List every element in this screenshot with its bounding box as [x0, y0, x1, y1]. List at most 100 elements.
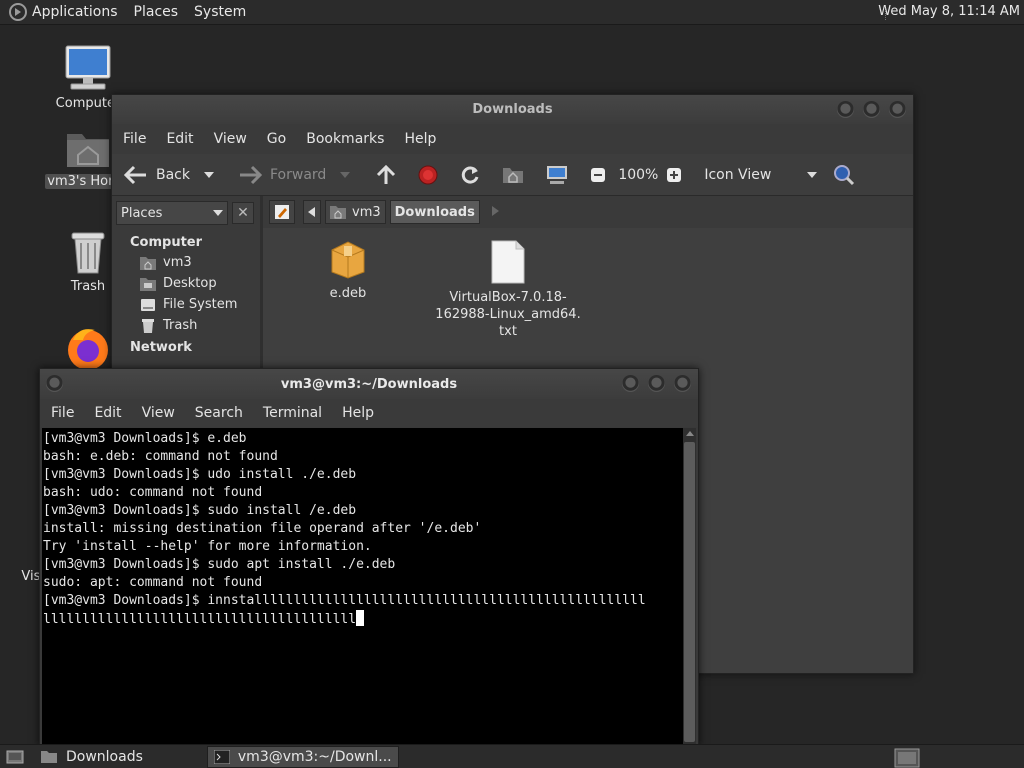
minimize-button[interactable]: [622, 375, 639, 392]
back-history-dropdown[interactable]: [204, 171, 222, 178]
terminal-line: bash: e.deb: command not found: [43, 449, 278, 464]
file-name-line: txt: [499, 324, 517, 339]
places-selector[interactable]: Places: [116, 201, 228, 225]
menu-edit[interactable]: Edit: [166, 131, 193, 147]
terminal-scrollbar[interactable]: [683, 428, 696, 746]
home-folder-icon: [140, 256, 156, 270]
computer-icon: [65, 45, 111, 90]
show-desktop-button[interactable]: [2, 746, 28, 768]
distro-logo-icon[interactable]: [9, 3, 27, 21]
sidebar-item-desktop[interactable]: Desktop: [112, 273, 260, 294]
terminal-line: [vm3@vm3 Downloads]$ udo install ./e.deb: [43, 467, 357, 482]
terminal-icon: [213, 749, 230, 764]
terminal-line: Try 'install --help' for more informatio…: [43, 539, 372, 554]
view-mode-select[interactable]: Icon View: [704, 167, 825, 183]
menu-help[interactable]: Help: [404, 131, 436, 147]
path-back-button[interactable]: [303, 200, 321, 224]
sidebar-item-label: Trash: [163, 318, 198, 333]
file-manager-titlebar[interactable]: Downloads: [112, 95, 913, 124]
path-forward-button[interactable]: [491, 205, 500, 220]
minimize-button[interactable]: [837, 101, 854, 118]
package-icon: [331, 241, 365, 279]
forward-arrow-icon: [240, 165, 262, 184]
forward-history-dropdown[interactable]: [340, 171, 358, 178]
show-desktop-icon: [6, 750, 24, 763]
menu-go[interactable]: Go: [267, 131, 286, 147]
back-button[interactable]: Back: [124, 165, 190, 185]
chevron-down-icon: [807, 171, 818, 178]
search-button[interactable]: [833, 164, 863, 186]
menu-view[interactable]: View: [142, 405, 175, 421]
terminal-titlebar[interactable]: vm3@vm3:~/Downloads: [40, 369, 698, 399]
sidebar-heading-network: Network: [130, 340, 192, 355]
menu-view[interactable]: View: [214, 131, 247, 147]
file-item[interactable]: VirtualBox-7.0.18- 162988-Linux_amd64. t…: [433, 240, 583, 340]
home-button[interactable]: [502, 166, 532, 184]
sidebar-item-trash[interactable]: Trash: [112, 315, 260, 336]
firefox-icon: [68, 329, 108, 370]
taskbar-item-terminal[interactable]: vm3@vm3:~/Downl...: [206, 745, 399, 768]
workspace-switcher[interactable]: [894, 748, 920, 768]
menu-search[interactable]: Search: [195, 405, 243, 421]
places-menu[interactable]: Places: [134, 4, 179, 20]
sidebar-item-label: Desktop: [163, 276, 217, 291]
clock[interactable]: Wed May 8, 11:14 AM: [878, 4, 1020, 19]
file-item[interactable]: e.deb: [273, 240, 423, 302]
terminal-line: [vm3@vm3 Downloads]$ innstalllllllllllll…: [43, 593, 646, 608]
close-button[interactable]: [889, 101, 906, 118]
edit-location-button[interactable]: [269, 200, 295, 224]
close-sidebar-button[interactable]: ✕: [232, 202, 254, 224]
forward-button[interactable]: Forward: [238, 165, 326, 185]
menu-bookmarks[interactable]: Bookmarks: [306, 131, 384, 147]
menu-file[interactable]: File: [123, 131, 146, 147]
reload-button[interactable]: [460, 165, 488, 185]
zoom-in-icon: [667, 167, 682, 182]
system-menu[interactable]: System: [194, 4, 246, 20]
path-segment-vm3[interactable]: vm3: [325, 200, 386, 224]
trash-icon: [71, 232, 105, 274]
zoom-in-button[interactable]: [666, 167, 690, 183]
file-name-line: 162988-Linux_amd64.: [435, 307, 581, 322]
stop-button[interactable]: [418, 165, 446, 185]
stop-icon: [418, 165, 438, 184]
pencil-icon: [275, 205, 289, 219]
window-menu-button[interactable]: [46, 375, 63, 392]
chevron-left-icon: [308, 207, 315, 217]
terminal-line: sudo: apt: command not found: [43, 575, 263, 590]
menu-file[interactable]: File: [51, 405, 74, 421]
sidebar-item-label: File System: [163, 297, 238, 312]
maximize-button[interactable]: [863, 101, 880, 118]
bottom-panel: Downloads vm3@vm3:~/Downl...: [0, 744, 1024, 768]
view-mode-label: Icon View: [704, 166, 772, 183]
terminal-output[interactable]: [vm3@vm3 Downloads]$ e.deb bash: e.deb: c…: [42, 428, 684, 746]
file-manager-menubar: File Edit View Go Bookmarks Help: [112, 124, 913, 154]
back-arrow-icon: [124, 165, 146, 184]
scrollbar-thumb[interactable]: [684, 442, 695, 742]
zoom-level[interactable]: 100%: [618, 167, 658, 183]
sidebar-heading-computer: Computer: [130, 235, 203, 250]
zoom-out-button[interactable]: [590, 167, 614, 183]
top-panel: Applications Places System Wed May 8, 11…: [0, 0, 1024, 25]
taskbar-item-label: vm3@vm3:~/Downl...: [237, 748, 392, 765]
zoom-out-icon: [591, 167, 606, 182]
close-button[interactable]: [674, 375, 691, 392]
text-file-icon: [491, 240, 525, 284]
sidebar-item-vm3[interactable]: vm3: [112, 252, 260, 273]
menu-terminal[interactable]: Terminal: [263, 405, 322, 421]
taskbar-item-downloads[interactable]: Downloads: [34, 746, 149, 768]
sidebar-item-filesystem[interactable]: File System: [112, 294, 260, 315]
file-name: e.deb: [329, 286, 367, 301]
maximize-button[interactable]: [648, 375, 665, 392]
menu-help[interactable]: Help: [342, 405, 374, 421]
up-button[interactable]: [376, 164, 404, 185]
computer-button[interactable]: [546, 165, 576, 185]
applications-menu[interactable]: Applications: [32, 4, 118, 20]
path-segment-label: vm3: [352, 204, 381, 220]
path-segment-downloads[interactable]: Downloads: [389, 200, 480, 224]
menu-edit[interactable]: Edit: [94, 405, 121, 421]
scroll-up-arrow-icon[interactable]: [686, 431, 694, 436]
terminal-line: bash: udo: command not found: [43, 485, 263, 500]
path-segment-label: Downloads: [394, 204, 475, 220]
trash-icon: [142, 318, 154, 333]
sidebar-item-label: vm3: [163, 255, 192, 270]
